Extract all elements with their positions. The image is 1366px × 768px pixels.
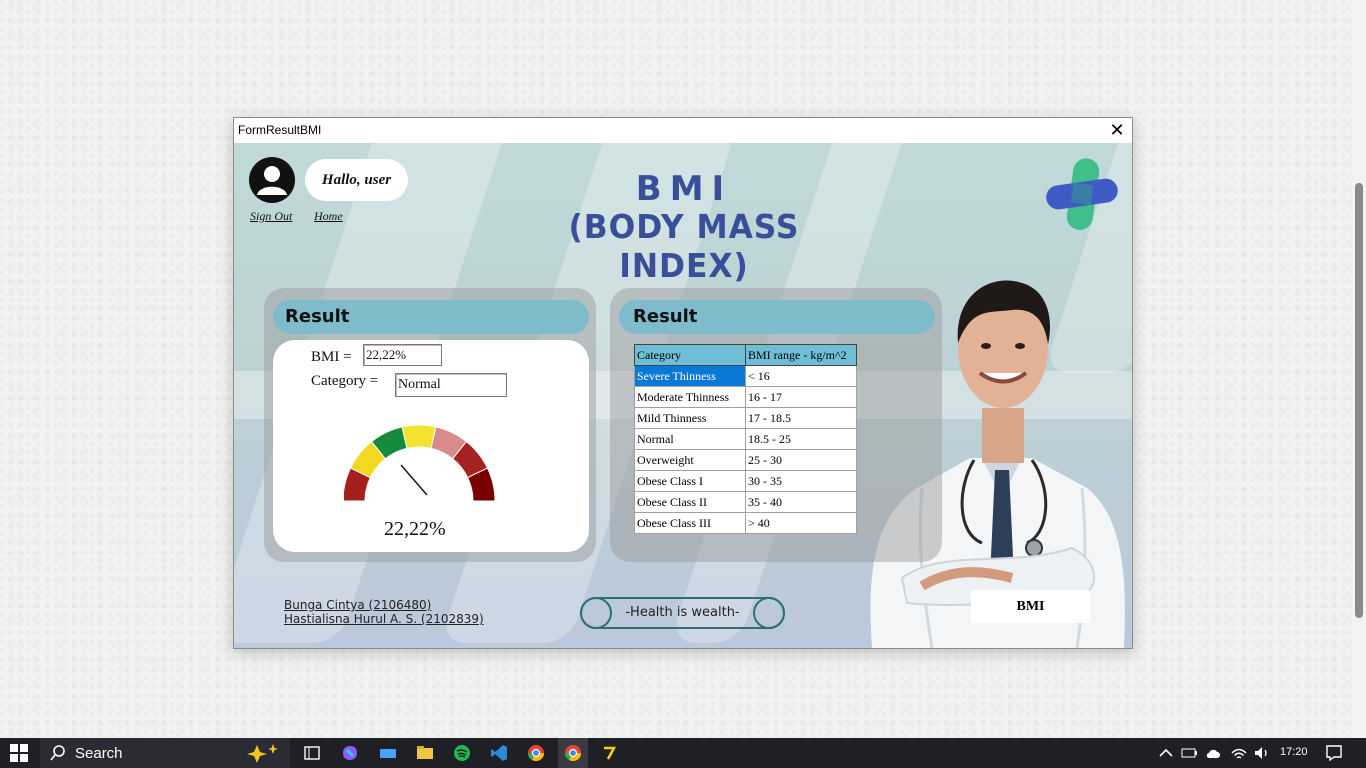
- result-heading-right: Result: [619, 300, 935, 334]
- table-cell-range[interactable]: 18.5 - 25: [745, 428, 857, 450]
- vscode-icon[interactable]: [490, 744, 508, 762]
- gauge-segment: [401, 424, 437, 449]
- table-row[interactable]: Overweight 25 - 30: [634, 449, 857, 471]
- close-icon[interactable]: ✕: [1102, 118, 1132, 143]
- bmi-button[interactable]: BMI: [971, 590, 1090, 623]
- table-cell-category[interactable]: Severe Thinness: [634, 365, 746, 387]
- greeting-bubble: Hallo, user: [305, 159, 408, 201]
- 7zip-icon[interactable]: [600, 744, 618, 762]
- table-cell-range[interactable]: 30 - 35: [745, 470, 857, 492]
- table-row[interactable]: Moderate Thinness 16 - 17: [634, 386, 857, 408]
- author-credit-1[interactable]: Bunga Cintya (2106480): [284, 598, 431, 612]
- scrollbar-thumb[interactable]: [1355, 183, 1363, 618]
- taskbar-search[interactable]: Search: [40, 738, 290, 768]
- table-header-range: BMI range - kg/m^2: [745, 344, 857, 366]
- category-value-field[interactable]: Normal: [395, 373, 507, 397]
- table-cell-range[interactable]: < 16: [745, 365, 857, 387]
- home-link[interactable]: Home: [314, 209, 343, 224]
- keyboard-icon[interactable]: [379, 744, 397, 762]
- table-cell-category[interactable]: Normal: [634, 428, 746, 450]
- table-row[interactable]: Normal 18.5 - 25: [634, 428, 857, 450]
- medical-logo-icon: [1046, 158, 1118, 230]
- bmi-label: BMI =: [311, 349, 352, 365]
- table-cell-category[interactable]: Obese Class I: [634, 470, 746, 492]
- notifications-icon[interactable]: [1325, 744, 1343, 762]
- table-cell-range[interactable]: 35 - 40: [745, 491, 857, 513]
- chevron-up-icon[interactable]: [1157, 744, 1175, 762]
- search-icon: [50, 745, 65, 761]
- file-explorer-icon[interactable]: [416, 744, 434, 762]
- table-row[interactable]: Obese Class III > 40: [634, 512, 857, 534]
- wifi-icon[interactable]: [1230, 744, 1248, 762]
- category-label: Category =: [311, 373, 379, 389]
- clock-time[interactable]: 17:20: [1280, 746, 1308, 758]
- slogan-left-cap: [580, 597, 612, 629]
- table-cell-range[interactable]: 16 - 17: [745, 386, 857, 408]
- title-bar: FormResultBMI ✕: [234, 118, 1132, 143]
- window-title: FormResultBMI: [238, 123, 322, 137]
- table-cell-range[interactable]: > 40: [745, 512, 857, 534]
- table-cell-category[interactable]: Obese Class II: [634, 491, 746, 513]
- table-header-category: Category: [634, 344, 746, 366]
- taskbar: Search 17:20: [0, 738, 1366, 768]
- copilot-icon[interactable]: [341, 744, 359, 762]
- result-heading-left: Result: [273, 300, 589, 334]
- task-view-icon[interactable]: [303, 744, 321, 762]
- table-row[interactable]: Obese Class I 30 - 35: [634, 470, 857, 492]
- slogan-banner: -Health is wealth-: [580, 597, 785, 629]
- form-window: FormResultBMI ✕ Hallo, user Sign Out Hom…: [233, 117, 1133, 649]
- battery-icon[interactable]: [1180, 744, 1198, 762]
- slogan-text: -Health is wealth-: [625, 605, 740, 620]
- table-cell-category[interactable]: Mild Thinness: [634, 407, 746, 429]
- sparkle-icon: [247, 744, 278, 763]
- page-subtitle: (BODY MASS INDEX): [568, 207, 800, 285]
- gauge-value-label: 22,22%: [384, 518, 446, 540]
- chrome-active-icon[interactable]: [564, 744, 582, 762]
- sign-out-link[interactable]: Sign Out: [250, 209, 292, 224]
- table-cell-range[interactable]: 25 - 30: [745, 449, 857, 471]
- bmi-gauge: [344, 424, 496, 502]
- table-cell-category[interactable]: Overweight: [634, 449, 746, 471]
- avatar: [249, 157, 295, 203]
- bmi-value-field[interactable]: 22,22%: [363, 344, 442, 366]
- page-title: BMI: [635, 169, 733, 209]
- windows-start-icon[interactable]: [10, 744, 28, 762]
- table-row[interactable]: Severe Thinness < 16: [634, 365, 857, 387]
- slogan-right-cap: [753, 597, 785, 629]
- author-credit-2[interactable]: Hastialisna Hurul A. S. (2102839): [284, 612, 484, 626]
- form-client-area: Hallo, user Sign Out Home BMI (BODY MASS…: [234, 143, 1132, 648]
- volume-icon[interactable]: [1253, 744, 1271, 762]
- search-placeholder: Search: [75, 745, 123, 762]
- table-cell-category[interactable]: Moderate Thinness: [634, 386, 746, 408]
- bmi-category-table: Category BMI range - kg/m^2 Severe Thinne…: [634, 344, 857, 534]
- table-cell-category[interactable]: Obese Class III: [634, 512, 746, 534]
- spotify-icon[interactable]: [453, 744, 471, 762]
- chrome-icon[interactable]: [527, 744, 545, 762]
- cloud-icon[interactable]: [1205, 744, 1223, 762]
- gauge-needle: [400, 464, 428, 496]
- user-icon: [257, 166, 287, 195]
- page-scrollbar[interactable]: [1352, 0, 1366, 738]
- table-cell-range[interactable]: 17 - 18.5: [745, 407, 857, 429]
- table-row[interactable]: Obese Class II 35 - 40: [634, 491, 857, 513]
- table-row[interactable]: Mild Thinness 17 - 18.5: [634, 407, 857, 429]
